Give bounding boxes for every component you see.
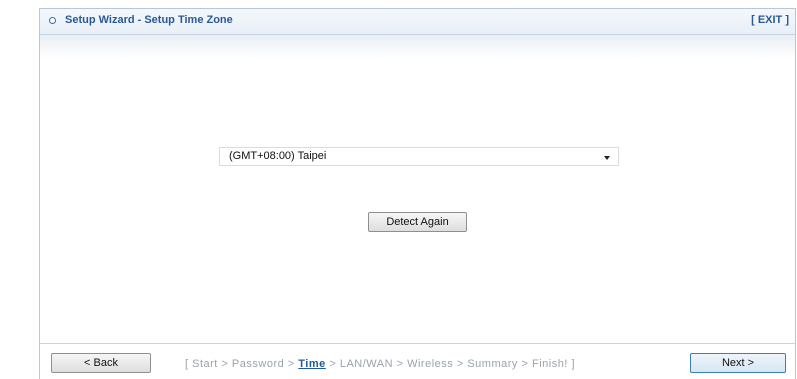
timezone-select-value: (GMT+08:00) Taipei	[229, 150, 327, 162]
bullet-icon	[49, 17, 56, 24]
step-separator: >	[287, 358, 295, 370]
steps-close-bracket: ]	[571, 358, 575, 370]
step-separator: >	[221, 358, 229, 370]
steps-open-bracket: [	[185, 358, 189, 370]
wizard-panel: Setup Wizard - Setup Time Zone [ EXIT ] …	[39, 8, 796, 379]
step-start: Start	[192, 358, 218, 370]
step-separator: >	[329, 358, 337, 370]
step-separator: >	[396, 358, 404, 370]
header-shade	[40, 35, 795, 59]
page-title: Setup Wizard - Setup Time Zone	[65, 14, 233, 26]
timezone-select[interactable]: (GMT+08:00) Taipei	[219, 147, 619, 166]
back-button[interactable]: < Back	[51, 353, 151, 373]
step-lan-wan: LAN/WAN	[339, 358, 394, 370]
wizard-steps: [ Start > Password > Time > LAN/WAN > Wi…	[185, 358, 575, 370]
chevron-down-icon	[604, 156, 610, 160]
step-password: Password	[231, 358, 285, 370]
footer-divider	[40, 343, 795, 344]
step-separator: >	[456, 358, 464, 370]
step-finish: Finish!	[531, 358, 568, 370]
next-button[interactable]: Next >	[690, 353, 786, 373]
exit-link[interactable]: [ EXIT ]	[751, 14, 789, 26]
step-wireless: Wireless	[407, 358, 454, 370]
wizard-header: Setup Wizard - Setup Time Zone [ EXIT ]	[40, 9, 795, 35]
step-summary: Summary	[467, 358, 518, 370]
step-separator: >	[521, 358, 529, 370]
detect-again-button[interactable]: Detect Again	[368, 212, 467, 232]
step-time-current: Time	[298, 358, 326, 370]
